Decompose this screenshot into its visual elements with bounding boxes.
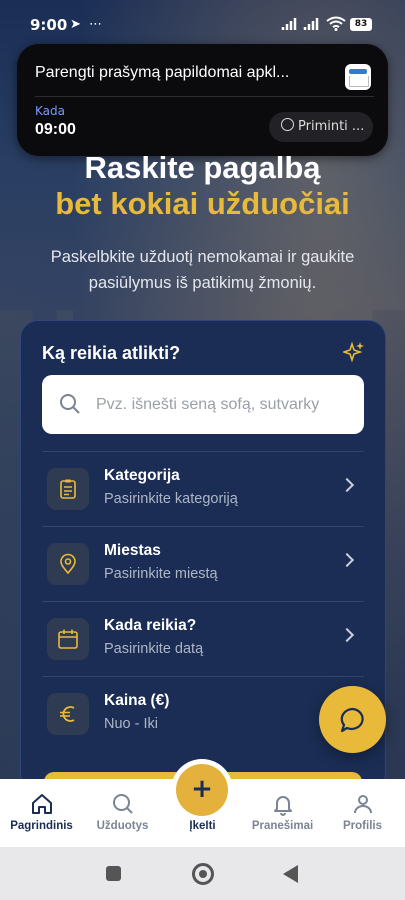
wifi-icon	[326, 16, 346, 31]
nav-notifications[interactable]: Pranešimai	[242, 779, 323, 847]
remind-button-label: Priminti ...	[298, 119, 365, 134]
hero-subtitle: Paskelbkite užduotį nemokamai ir gaukite…	[50, 248, 355, 292]
date-hint: Pasirinkite datą	[104, 641, 204, 657]
search-icon	[113, 794, 133, 814]
more-icon: ⋯	[89, 17, 102, 32]
status-bar: 9:00 ➤ ⋯ 83	[0, 0, 405, 48]
battery-icon: 83	[350, 18, 372, 31]
nav-home[interactable]: Pagrindinis	[1, 779, 82, 847]
nav-tasks[interactable]: Užduotys	[82, 779, 163, 847]
signal-icon-2	[303, 18, 319, 30]
clipboard-icon	[47, 468, 89, 510]
city-row[interactable]: Miestas Pasirinkite miestą	[42, 526, 364, 602]
nav-notifications-label: Pranešimai	[251, 820, 314, 832]
upload-task-button[interactable]: +	[171, 759, 233, 821]
price-hint: Nuo - Iki	[104, 716, 158, 732]
chevron-right-icon	[339, 552, 355, 568]
price-row[interactable]: Kaina (€) Nuo - Iki	[42, 676, 364, 752]
notification-when-value: 09:00	[35, 121, 76, 138]
nav-upload-label: Įkelti	[189, 820, 216, 832]
search-box[interactable]	[42, 375, 364, 434]
home-icon	[32, 794, 52, 814]
chat-button[interactable]	[319, 686, 386, 753]
reminder-notification[interactable]: Parengti prašymą papildomai apkl... Kada…	[17, 44, 388, 156]
status-time: 9:00	[30, 16, 68, 34]
date-label: Kada reikia?	[104, 617, 197, 634]
search-input[interactable]	[94, 391, 364, 419]
nav-tasks-label: Užduotys	[96, 820, 149, 832]
card-question: Ką reikia atlikti?	[42, 343, 181, 363]
bell-icon	[274, 796, 292, 816]
nav-profile-label: Profilis	[343, 820, 382, 832]
location-pin-icon	[47, 543, 89, 585]
home-system-icon[interactable]	[192, 863, 214, 885]
clock-icon	[281, 118, 294, 131]
hero-title-accent: bet kokiai užduočiai	[55, 186, 350, 221]
telegram-icon: ➤	[70, 17, 81, 32]
remind-button[interactable]: Priminti ...	[269, 112, 373, 142]
city-hint: Pasirinkite miestą	[104, 566, 218, 582]
city-label: Miestas	[104, 542, 161, 559]
date-row[interactable]: Kada reikia? Pasirinkite datą	[42, 601, 364, 677]
chat-bubble-icon	[340, 707, 364, 733]
notification-when-label: Kada	[35, 104, 65, 118]
category-label: Kategorija	[104, 467, 180, 484]
signal-icon	[281, 18, 297, 30]
chevron-right-icon	[339, 627, 355, 643]
notification-title: Parengti prašymą papildomai apkl...	[35, 64, 290, 81]
notification-divider	[35, 96, 374, 97]
price-label: Kaina (€)	[104, 692, 170, 709]
euro-icon	[47, 693, 89, 735]
plus-icon: +	[176, 764, 228, 816]
user-icon	[354, 795, 372, 814]
recents-icon[interactable]	[106, 866, 121, 881]
calendar-icon	[47, 618, 89, 660]
calendar-app-icon	[345, 64, 371, 90]
nav-home-label: Pagrindinis	[10, 820, 73, 832]
nav-profile[interactable]: Profilis	[322, 779, 403, 847]
hero-title: Raskite pagalbą	[84, 150, 321, 185]
category-row[interactable]: Kategorija Pasirinkite kategoriją	[42, 451, 364, 527]
sparkle-icon	[343, 341, 364, 363]
search-icon	[60, 394, 80, 414]
category-hint: Pasirinkite kategoriją	[104, 491, 238, 507]
chevron-right-icon	[339, 477, 355, 493]
back-icon[interactable]	[283, 865, 298, 883]
